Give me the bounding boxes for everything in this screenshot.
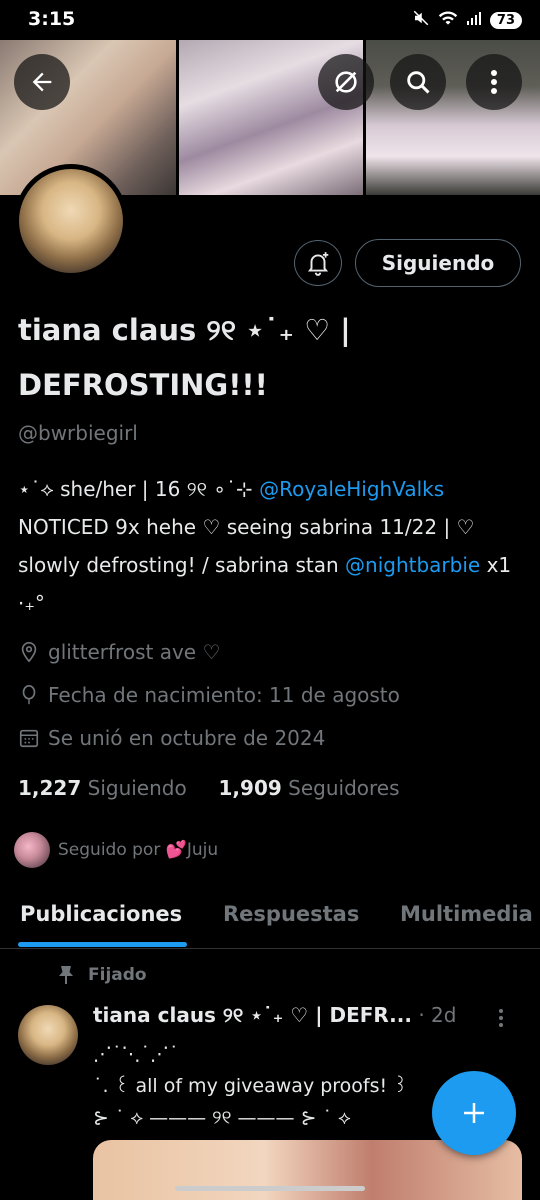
following-label: Siguiendo xyxy=(87,776,187,800)
calendar-icon xyxy=(19,729,39,748)
mute-icon xyxy=(412,9,430,31)
post-header: tiana claus ୨୧ ⋆˙₊ ♡ | DEFR... · 2d xyxy=(93,1003,456,1027)
wifi-icon xyxy=(438,9,458,31)
compose-post-button[interactable] xyxy=(432,1071,516,1155)
bio-text-1: ⋆˙⟡ she/her | 16 ୨୧ ∘˙⊹ xyxy=(18,477,260,501)
joined-text: Se unió en octubre de 2024 xyxy=(48,726,326,750)
location-row: glitterfrost ave ♡ xyxy=(18,640,220,664)
post-dot: · xyxy=(418,1003,432,1027)
profile-avatar[interactable] xyxy=(19,169,123,273)
followed-by-row[interactable]: Seguido por 💕Juju xyxy=(14,832,218,868)
back-button[interactable] xyxy=(14,54,70,110)
bell-plus-icon xyxy=(307,252,329,276)
follow-counts: 1,227 Siguiendo 1,909 Seguidores xyxy=(18,776,400,800)
post-more-button[interactable] xyxy=(498,1008,504,1033)
post-time[interactable]: 2d xyxy=(431,1003,456,1027)
plus-icon xyxy=(464,1103,484,1123)
status-icons: 73 xyxy=(412,9,522,31)
search-icon xyxy=(407,71,430,94)
profile-bio: ⋆˙⟡ she/her | 16 ୨୧ ∘˙⊹ @RoyaleHighValks… xyxy=(18,470,523,622)
home-gesture-bar[interactable] xyxy=(175,1186,365,1191)
birthday-row: Fecha de nacimiento: 11 de agosto xyxy=(18,683,400,707)
location-text: glitterfrost ave ♡ xyxy=(48,640,221,664)
followers-count: 1,909 xyxy=(218,776,282,800)
grok-icon xyxy=(335,71,357,93)
search-button[interactable] xyxy=(390,54,446,110)
back-arrow-icon xyxy=(32,72,52,92)
tab-media[interactable]: Multimedia xyxy=(400,902,533,926)
bio-mention-link-1[interactable]: @RoyaleHighValks xyxy=(259,477,444,501)
status-time: 3:15 xyxy=(28,8,76,30)
followed-by-text: Seguido por 💕Juju xyxy=(58,840,219,860)
pinned-label-row: Fijado xyxy=(58,965,147,985)
bio-mention-link-2[interactable]: @nightbarbie xyxy=(345,553,480,577)
following-count-link[interactable]: 1,227 Siguiendo xyxy=(18,776,187,800)
user-handle: @bwrbiegirl xyxy=(18,421,138,445)
more-vertical-icon xyxy=(491,70,497,94)
follower-avatar xyxy=(14,832,50,868)
more-vertical-icon xyxy=(499,1009,503,1027)
display-name: tiana claus ୨୧ ⋆˙₊ ♡ | DEFROSTING!!! xyxy=(18,313,351,402)
following-count: 1,227 xyxy=(18,776,82,800)
location-icon xyxy=(21,642,37,663)
profile-tabs: Publicaciones Respuestas Multimedia xyxy=(0,880,540,949)
balloon-icon xyxy=(22,685,36,705)
post-author-avatar[interactable] xyxy=(18,1005,78,1065)
signal-icon xyxy=(466,10,482,30)
pin-icon xyxy=(59,966,73,984)
active-tab-indicator xyxy=(18,942,187,947)
joined-row: Se unió en octubre de 2024 xyxy=(18,726,325,750)
grok-button[interactable] xyxy=(318,54,374,110)
tab-posts[interactable]: Publicaciones xyxy=(20,902,182,926)
following-button[interactable]: Siguiendo xyxy=(355,239,521,287)
birthday-text: Fecha de nacimiento: 11 de agosto xyxy=(48,683,400,707)
notifications-button[interactable] xyxy=(294,240,342,286)
pinned-label: Fijado xyxy=(88,965,147,985)
post-author-name[interactable]: tiana claus ୨୧ ⋆˙₊ ♡ | DEFR... xyxy=(93,1003,412,1027)
battery-badge: 73 xyxy=(489,11,522,29)
followers-count-link[interactable]: 1,909 Seguidores xyxy=(219,776,400,800)
tab-replies[interactable]: Respuestas xyxy=(223,902,359,926)
followers-label: Seguidores xyxy=(288,776,400,800)
more-options-button[interactable] xyxy=(466,54,522,110)
